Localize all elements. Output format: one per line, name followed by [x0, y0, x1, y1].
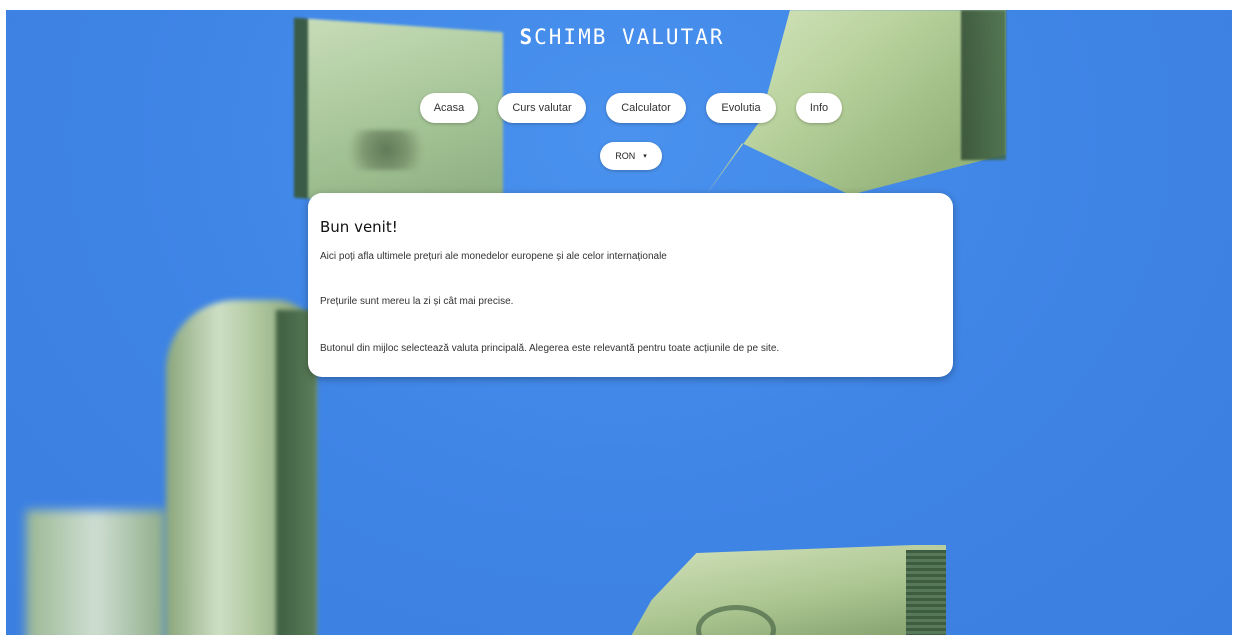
nav-curs-valutar-button[interactable]: Curs valutar	[498, 93, 586, 123]
currency-select[interactable]: RON ▾	[600, 142, 662, 170]
banknote-image	[26, 510, 166, 635]
welcome-paragraph: Aici poți afla ultimele prețuri ale mone…	[320, 251, 667, 262]
nav-item-label: Curs valutar	[512, 102, 572, 114]
nav-item-label: Info	[809, 102, 829, 114]
nav-item-label: Evolutia	[721, 102, 761, 114]
welcome-card: Bun venit! Aici poți afla ultimele prețu…	[308, 193, 953, 377]
currency-selected-value: RON	[615, 151, 636, 161]
banknote-stack-side-image	[906, 550, 946, 635]
welcome-paragraph: Prețurile sunt mereu la zi și cât mai pr…	[320, 296, 514, 307]
nav-calculator-button[interactable]: Calculator	[606, 93, 686, 123]
site-title-text: CHIMB VALUTAR	[534, 25, 725, 49]
nav-acasa-button[interactable]: Acasa	[420, 93, 478, 123]
dropdown-arrow-icon: ▾	[643, 153, 647, 160]
site-title-initial: S	[519, 25, 535, 49]
welcome-paragraph: Butonul din mijloc selectează valuta pri…	[320, 343, 780, 354]
nav-info-button[interactable]: Info	[796, 93, 842, 123]
banknote-seal-image	[336, 130, 436, 170]
nav-item-label: Acasa	[433, 102, 465, 114]
nav-evolutia-button[interactable]: Evolutia	[706, 93, 776, 123]
welcome-heading: Bun venit!	[320, 218, 398, 236]
main-nav: Acasa Curs valutar Calculator Evolutia I…	[0, 93, 1244, 125]
site-title: SCHIMB VALUTAR	[0, 25, 1244, 49]
nav-item-label: Calculator	[621, 102, 671, 114]
banknote-stack-image	[626, 545, 946, 635]
